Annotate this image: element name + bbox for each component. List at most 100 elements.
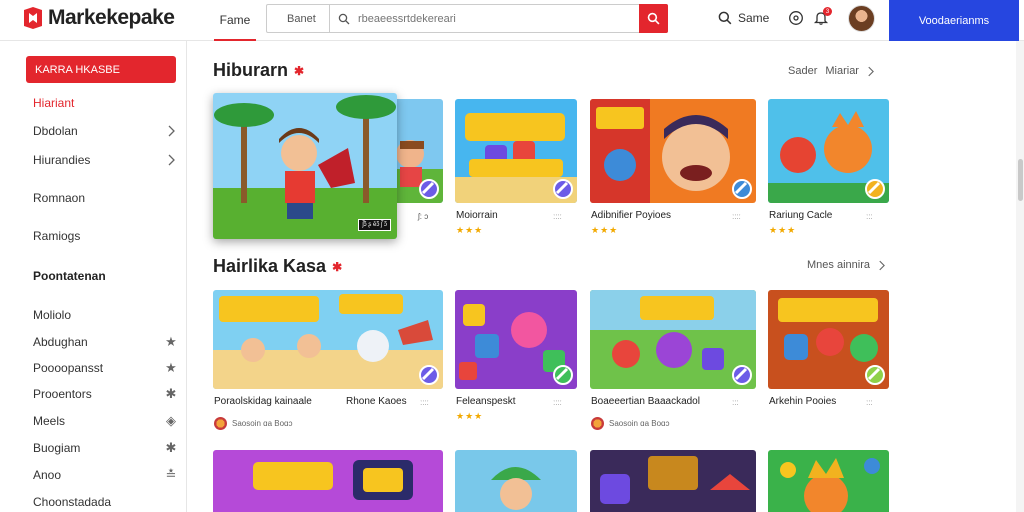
sidebar-item-label: Romnaon — [33, 191, 86, 205]
user-avatar[interactable] — [848, 5, 875, 32]
sidebar-item[interactable]: Meels ◈ — [33, 412, 178, 430]
game-title[interactable]: Feleanspeskt — [456, 396, 515, 407]
sidebar-item-label: Abdughan — [33, 335, 88, 349]
scrollbar-thumb[interactable] — [1018, 159, 1023, 201]
sidebar-item[interactable]: Romnaon — [33, 189, 178, 207]
sidebar-item-label: Moliolo — [33, 308, 72, 322]
game-thumbnail[interactable] — [590, 99, 756, 203]
sidebar: KARRA HKASBE Hiariant Dbdolan Hiurandies… — [0, 41, 187, 512]
more-link-label: Sader — [788, 65, 818, 77]
top-header: Markekepake Fame Banet Same 3 Voodaerian… — [0, 0, 1024, 41]
search-icon — [718, 11, 732, 25]
game-title[interactable]: Rariung Cacle — [769, 210, 832, 221]
game-thumbnail[interactable] — [213, 290, 443, 389]
sidebar-item[interactable]: Anoo ≛ — [33, 466, 178, 484]
search-bar: Banet — [266, 4, 668, 33]
game-title[interactable]: Poraolskidag kainaale — [214, 396, 312, 407]
game-thumbnail[interactable] — [455, 290, 577, 389]
rating-stars: ★★★ — [769, 225, 797, 235]
game-meta: ːːː — [732, 398, 739, 407]
nav-tab-home[interactable]: Fame — [214, 0, 256, 41]
sidebar-item-label: Poooopansst — [33, 361, 104, 375]
more-link-label-2: Miariar — [825, 65, 859, 77]
game-thumbnail[interactable] — [590, 290, 756, 389]
game-creator[interactable]: Saosoin ɑa Boɑɔ — [214, 417, 293, 430]
game-thumbnail[interactable] — [213, 450, 443, 512]
sidebar-item[interactable]: Moliolo — [33, 306, 178, 324]
play-icon — [419, 179, 439, 199]
play-icon — [732, 365, 752, 385]
search-input[interactable] — [358, 5, 639, 32]
game-thumbnail[interactable] — [455, 99, 577, 203]
star-icon: ★ — [165, 360, 177, 375]
play-icon — [553, 179, 573, 199]
sidebar-item-label: Choonstadada — [33, 495, 112, 509]
play-icon — [419, 365, 439, 385]
sidebar-item[interactable]: Hiariant — [33, 94, 178, 112]
help-icon[interactable] — [788, 10, 804, 26]
more-link-label: Mnes ainnira — [807, 259, 870, 271]
sidebar-item[interactable]: Poooopansst ★ — [33, 359, 178, 377]
app-logo[interactable]: Markekepake — [22, 6, 175, 30]
game-thumbnail[interactable] — [455, 450, 577, 512]
star-icon: ★ — [165, 334, 177, 349]
game-thumbnail[interactable] — [590, 450, 756, 512]
sidebar-item[interactable]: Buogiam ✱ — [33, 439, 178, 457]
game-title[interactable]: Adibnifier Poyioes — [591, 210, 671, 221]
sidebar-item-label: Ramiogs — [33, 229, 81, 243]
section-title-text: Hairlika Kasa — [213, 256, 327, 276]
game-title-secondary[interactable]: Rhone Kaoes — [346, 396, 407, 407]
sidebar-section-heading: Poontatenan — [33, 267, 178, 285]
game-thumbnail[interactable] — [768, 450, 889, 512]
star-icon: ✱ — [294, 63, 305, 78]
rating-stars: ★★★ — [456, 411, 484, 421]
play-icon — [732, 179, 752, 199]
header-search-label: Same — [738, 11, 770, 25]
sidebar-item-label: Hiurandies — [33, 153, 91, 167]
rating-stars: ★★★ — [591, 225, 619, 235]
search-icon — [330, 13, 358, 25]
game-title[interactable]: Arkehin Pooies — [769, 396, 836, 407]
sidebar-item[interactable]: Prooentors ✱ — [33, 385, 178, 403]
game-meta: ːːː — [866, 398, 873, 407]
play-icon — [865, 179, 885, 199]
sidebar-item[interactable]: Abdughan ★ — [33, 333, 178, 351]
logo-icon — [24, 7, 42, 29]
search-submit-button[interactable] — [639, 4, 668, 33]
sliders-icon: ≛ — [165, 467, 177, 482]
app-name: Markekepake — [48, 6, 175, 29]
game-meta: ːːːː — [420, 398, 429, 407]
game-creator[interactable]: Saosoin ɑa Boɑɔ — [591, 417, 670, 430]
page-scrollbar[interactable] — [1016, 41, 1024, 512]
creator-avatar — [591, 417, 604, 430]
search-category-select[interactable]: Banet — [267, 5, 330, 32]
tag-icon: ◈ — [166, 413, 176, 428]
creator-name: Saosoin ɑa Boɑɔ — [609, 419, 670, 428]
sidebar-item[interactable]: Ramiogs — [33, 227, 178, 245]
section-more-link[interactable]: Mnes ainnira — [807, 259, 885, 271]
play-icon — [553, 365, 573, 385]
notification-badge: 3 — [823, 7, 832, 16]
featured-game-card[interactable]: ʃ̃ɔ̃ ʂ ĕɔ̃ ʃ̃ ɔ̃ — [213, 93, 397, 239]
sidebar-item-label: Meels — [33, 414, 66, 428]
star-icon: ✱ — [332, 259, 343, 274]
game-title[interactable]: Boaeeertian Baaackadol — [591, 396, 700, 407]
play-icon — [865, 365, 885, 385]
sidebar-primary-button[interactable]: KARRA HKASBE — [26, 56, 176, 83]
creator-name: Saosoin ɑa Boɑɔ — [232, 419, 293, 428]
game-thumbnail[interactable] — [768, 99, 889, 203]
chevron-right-icon — [868, 66, 874, 76]
game-thumbnail[interactable] — [768, 290, 889, 389]
game-meta: ːːː — [866, 212, 873, 221]
section-title: Hairlika Kasa ✱ — [213, 256, 342, 277]
header-search-link[interactable]: Same — [718, 11, 769, 25]
game-title[interactable]: Moiorrain — [456, 210, 498, 221]
sidebar-item[interactable]: Choonstadada — [33, 493, 178, 511]
header-cta-button[interactable]: Voodaerianms — [889, 0, 1019, 41]
sidebar-item-label: Buogiam — [33, 441, 81, 455]
featured-tag: ʃ̃ɔ̃ ʂ ĕɔ̃ ʃ̃ ɔ̃ — [358, 219, 391, 231]
sidebar-item[interactable]: Dbdolan — [33, 122, 178, 140]
game-meta: ʃ: ɔ — [418, 212, 429, 221]
section-more-link[interactable]: Sader Miariar — [788, 65, 874, 77]
sidebar-item[interactable]: Hiurandies — [33, 151, 178, 169]
